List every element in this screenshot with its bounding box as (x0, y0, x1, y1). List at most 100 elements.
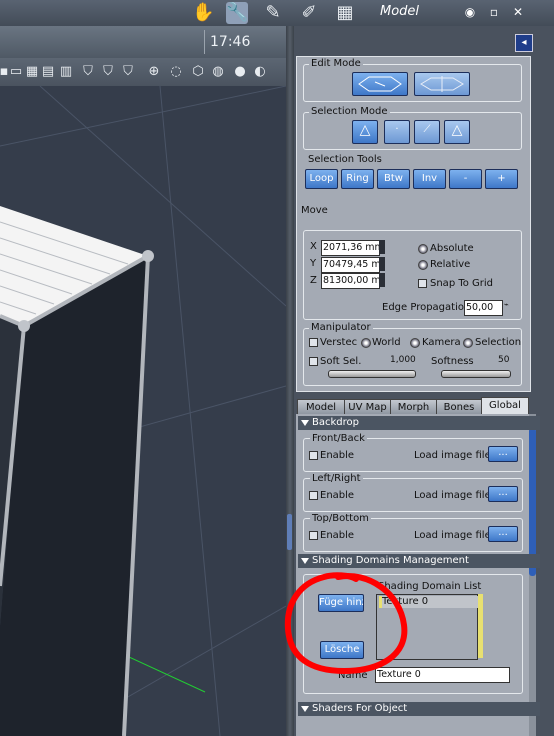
relative-radio[interactable] (418, 260, 428, 270)
grow-button[interactable]: + (485, 169, 518, 189)
soft-sel-checkbox[interactable] (309, 357, 318, 366)
softness-value: 50 (498, 355, 510, 365)
film-icon[interactable]: ▦ (334, 2, 356, 24)
close-icon[interactable]: ✕ (510, 5, 526, 19)
display-toolbar: ▪ ▭ ▦ ▤ ▥ ⛉ ⛉ ⛉ ⊕ ◌ ⬡ ◍ ● ◐ (0, 58, 286, 86)
loop-button[interactable]: Loop (305, 169, 338, 189)
top-bottom-enable-checkbox[interactable] (309, 531, 318, 540)
hand-icon[interactable]: ✋ (192, 2, 214, 24)
z-spinner[interactable] (379, 273, 385, 287)
selection-mode-label: Selection Mode (309, 106, 390, 117)
invert-button[interactable]: Inv (413, 169, 446, 189)
shield-icon[interactable]: ⛉ (80, 64, 96, 80)
compass-icon[interactable]: ⊕ (146, 64, 162, 80)
3d-viewport[interactable] (0, 86, 286, 736)
x-label: X (310, 241, 317, 252)
ring-button[interactable]: Ring (341, 169, 374, 189)
backdrop-header[interactable]: Backdrop (298, 416, 540, 430)
top-bottom-title: Top/Bottom (310, 513, 371, 524)
viewport-scene (0, 86, 286, 736)
z-input[interactable]: 81300,00 mm (321, 273, 380, 289)
layout-grid-icon[interactable]: ▥ (58, 64, 74, 80)
front-back-browse-button[interactable]: ... (488, 446, 518, 462)
top-bottom-load-label: Load image file: (414, 530, 495, 541)
edit-mode-group (303, 64, 522, 102)
edge-propagation-label: Edge Propagation (382, 302, 471, 313)
x-input[interactable]: 2071,36 mm (321, 240, 380, 256)
dock-pin-icon[interactable]: ◂ (515, 34, 533, 52)
y-input[interactable]: 70479,45 mm (321, 257, 380, 273)
sphere-shaded-icon[interactable]: ● (232, 64, 248, 80)
soft-sel-value: 1,000 (390, 355, 416, 365)
edge-propagation-mode-icon[interactable]: ⌁ (504, 300, 509, 309)
absolute-radio[interactable] (418, 244, 428, 254)
divider (204, 30, 205, 54)
snap-to-grid-checkbox[interactable] (418, 279, 427, 288)
shield-icon[interactable]: ⛉ (100, 64, 116, 80)
absolute-label: Absolute (430, 243, 474, 254)
view-toolbar: 17:46 (0, 26, 286, 59)
cube-icon[interactable]: ⬡ (190, 64, 206, 80)
front-back-enable-label: Enable (320, 450, 355, 461)
dotted-circle-icon[interactable]: ◌ (168, 64, 184, 80)
eye-icon[interactable]: ◉ (462, 5, 478, 19)
layout-quad-icon[interactable]: ▦ (24, 64, 40, 80)
tab-global[interactable]: Global (481, 397, 529, 415)
tab-bones[interactable]: Bones (436, 399, 482, 415)
selection-mode-group (303, 112, 522, 150)
move-label: Move (301, 205, 328, 216)
softness-slider[interactable] (441, 370, 511, 378)
between-button[interactable]: Btw (377, 169, 410, 189)
shrink-button[interactable]: - (449, 169, 482, 189)
splitter-handle[interactable] (287, 514, 292, 550)
sphere-textured-icon[interactable]: ◐ (252, 64, 268, 80)
selection-radio[interactable] (463, 338, 473, 348)
edit-mode-bone-button[interactable] (414, 72, 470, 96)
edit-mode-vertex-button[interactable] (352, 72, 408, 96)
edge-propagation-input[interactable]: 50,00 (464, 300, 503, 316)
manipulator-label: Manipulator (309, 322, 373, 333)
sphere-wire-icon[interactable]: ◍ (210, 64, 226, 80)
kamera-label: Kamera (422, 337, 461, 348)
face-icon: △ (451, 122, 463, 138)
versteckt-checkbox[interactable] (309, 338, 318, 347)
left-right-browse-button[interactable]: ... (488, 486, 518, 502)
select-edge-button[interactable]: ⟋ (414, 120, 440, 144)
x-spinner[interactable] (379, 240, 385, 254)
world-radio[interactable] (361, 338, 371, 348)
window-title: Model (380, 4, 420, 19)
selection-label: Selection (475, 337, 522, 348)
tab-morph[interactable]: Morph (390, 399, 437, 415)
front-back-enable-checkbox[interactable] (309, 451, 318, 460)
layout-split-icon[interactable]: ▭ (8, 64, 24, 80)
triangle-icon: △ (359, 122, 371, 138)
layout-three-icon[interactable]: ▤ (40, 64, 56, 80)
vertex-edit-icon (358, 76, 402, 92)
kamera-radio[interactable] (410, 338, 420, 348)
left-right-enable-checkbox[interactable] (309, 491, 318, 500)
clock: 17:46 (210, 34, 251, 50)
bone-edit-icon (420, 76, 464, 92)
tab-uv-map[interactable]: UV Map (344, 399, 391, 415)
edit-mode-label: Edit Mode (309, 58, 363, 69)
top-bar: ✋ 🔧 ✎ ✐ ▦ Model ◉ ▫ ✕ (0, 0, 554, 26)
shaders-for-object-header[interactable]: Shaders For Object (298, 702, 540, 716)
y-spinner[interactable] (379, 257, 385, 271)
top-bottom-browse-button[interactable]: ... (488, 526, 518, 542)
list-scrollbar[interactable] (478, 594, 483, 658)
select-vertex-button[interactable]: · (384, 120, 410, 144)
pencil-icon[interactable]: ✎ (262, 2, 284, 24)
left-right-enable-label: Enable (320, 490, 355, 501)
select-face-button[interactable]: △ (444, 120, 470, 144)
soft-sel-slider[interactable] (328, 370, 416, 378)
brush-icon[interactable]: ✐ (298, 2, 320, 24)
wrench-icon[interactable]: 🔧 (226, 2, 248, 24)
world-label: World (372, 337, 401, 348)
soft-sel-label: Soft Sel. (320, 356, 362, 367)
maximize-icon[interactable]: ▫ (486, 5, 502, 19)
select-object-button[interactable]: △ (352, 120, 378, 144)
shield-icon[interactable]: ⛉ (120, 64, 136, 80)
z-label: Z (310, 275, 317, 286)
selection-tools-label: Selection Tools (308, 154, 382, 165)
tab-model[interactable]: Model (297, 399, 345, 415)
